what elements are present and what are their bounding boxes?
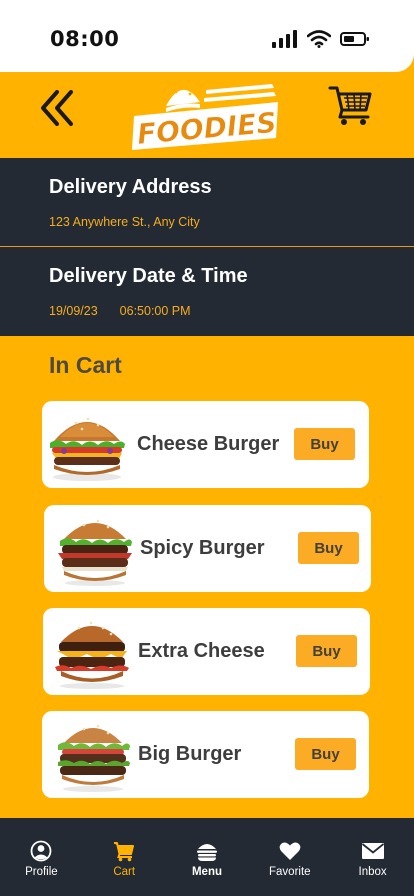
big-burger-image [58,724,130,792]
cart-item[interactable]: Cheese Burger Buy [42,401,369,488]
buy-button[interactable]: Buy [298,532,359,564]
foodies-logo: FOODIES [132,84,278,151]
cart-item-name: Cheese Burger [137,433,280,455]
signal-icon [272,30,297,48]
buy-button[interactable]: Buy [296,635,357,667]
status-bar: 08:00 [0,0,414,72]
delivery-datetime-panel[interactable]: Delivery Date & Time 19/09/23 06:50:00 P… [0,247,414,336]
wifi-icon [307,30,331,48]
heart-icon [279,842,301,860]
bottom-nav: Profile Cart Menu Favorite Inbox [0,818,414,896]
status-time: 08:00 [50,27,120,51]
delivery-address-title: Delivery Address [49,176,212,198]
delivery-datetime-row: 19/09/23 06:50:00 PM [49,304,414,318]
nav-item-profile[interactable]: Profile [0,818,83,896]
app-header: FOODIES [0,72,414,158]
nav-label-cart: Cart [113,866,136,878]
delivery-address-panel[interactable]: Delivery Address 123 Anywhere St., Any C… [0,158,414,247]
buy-button[interactable]: Buy [294,428,355,460]
cart-item-name: Spicy Burger [140,537,265,559]
in-cart-title: In Cart [49,352,122,378]
buy-button[interactable]: Buy [295,738,356,770]
cart-item[interactable]: Extra Cheese Buy [43,608,370,695]
nav-label-menu: Menu [191,866,222,878]
nav-item-cart[interactable]: Cart [83,818,166,896]
extra-cheese-burger-image [55,621,129,689]
cart-item-name: Extra Cheese [138,640,265,662]
nav-label-inbox: Inbox [358,866,387,878]
cheese-burger-image [50,417,125,481]
battery-icon [340,32,369,46]
logo-text: FOODIES [136,106,278,151]
logo-burger-icon [166,86,200,112]
cart-item-name: Big Burger [138,743,242,765]
burger-icon [196,844,217,861]
nav-item-menu[interactable]: Menu [166,818,249,896]
delivery-datetime-title: Delivery Date & Time [49,265,248,287]
delivery-address-value: 123 Anywhere St., Any City [49,215,200,229]
delivery-time: 06:50:00 PM [119,304,191,318]
back-chevrons-icon[interactable] [40,88,76,128]
delivery-date: 19/09/23 [49,304,98,318]
nav-item-favorite[interactable]: Favorite [248,818,331,896]
nav-label-profile: Profile [25,866,58,878]
nav-item-inbox[interactable]: Inbox [331,818,414,896]
status-icons [272,30,370,48]
mail-icon [361,843,384,859]
cart-icon[interactable] [328,84,374,128]
cart-item[interactable]: Spicy Burger Buy [44,505,371,592]
cart-icon [114,842,135,862]
nav-label-favorite: Favorite [269,866,311,878]
spicy-burger-image [58,519,132,586]
cart-item[interactable]: Big Burger Buy [42,711,369,798]
profile-icon [30,840,52,862]
